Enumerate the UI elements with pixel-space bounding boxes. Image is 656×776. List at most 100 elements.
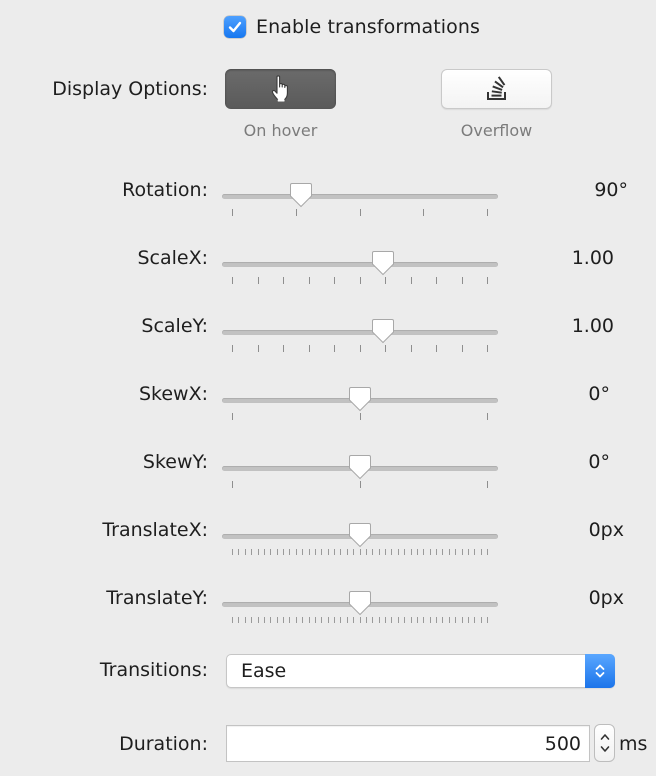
slider-tick [283, 549, 284, 555]
slider-tick [321, 549, 322, 555]
slider-tick [347, 549, 348, 555]
scaley-slider-track[interactable] [222, 330, 498, 335]
slider-tick [270, 617, 271, 623]
slider-tick [372, 617, 373, 623]
slider-tick [360, 549, 361, 555]
skewx-slider-thumb[interactable] [348, 386, 372, 412]
slider-tick [442, 549, 443, 555]
slider-tick [417, 617, 418, 623]
slider-tick [487, 617, 488, 623]
slider-tick [411, 277, 412, 284]
scaley-value: 1.00 [571, 315, 614, 337]
scalex-label: ScaleX: [137, 247, 208, 269]
slider-tick [391, 617, 392, 623]
slider-tick [449, 617, 450, 623]
slider-tick [449, 549, 450, 555]
rotation-slider-row: Rotation: 90° [0, 179, 656, 219]
duration-input[interactable]: 500 [226, 725, 590, 762]
transitions-select[interactable]: Ease [226, 654, 615, 688]
slider-tick [462, 345, 463, 352]
overflow-button[interactable] [441, 69, 552, 109]
skewy-slider-ticks [232, 481, 488, 489]
slider-tick [462, 549, 463, 555]
slider-tick [264, 617, 265, 623]
slider-tick [315, 549, 316, 555]
slider-tick [302, 617, 303, 623]
slider-tick [302, 549, 303, 555]
slider-tick [423, 209, 424, 216]
slider-tick [487, 277, 488, 284]
slider-tick [436, 345, 437, 352]
stack-overflow-icon [486, 76, 506, 100]
slider-tick [347, 617, 348, 623]
duration-stepper[interactable] [594, 724, 615, 762]
slider-tick [474, 617, 475, 623]
slider-tick [258, 277, 259, 284]
scaley-label: ScaleY: [141, 315, 208, 337]
slider-tick [251, 549, 252, 555]
slider-tick [481, 549, 482, 555]
slider-tick [430, 617, 431, 623]
slider-tick [487, 481, 488, 488]
slider-tick [289, 617, 290, 623]
slider-tick [462, 277, 463, 284]
skewx-slider-ticks [232, 413, 488, 421]
slider-tick [468, 617, 469, 623]
slider-tick [238, 617, 239, 623]
slider-tick [277, 617, 278, 623]
translatey-value: 0px [588, 587, 624, 609]
slider-tick [487, 549, 488, 555]
enable-transformations-row[interactable]: Enable transformations [224, 14, 480, 40]
scalex-slider-track[interactable] [222, 262, 498, 267]
skewy-slider-thumb[interactable] [348, 454, 372, 480]
rotation-slider-thumb[interactable] [289, 182, 313, 208]
skewx-label: SkewX: [138, 383, 208, 405]
skewx-value: 0° [588, 383, 610, 405]
slider-tick [277, 549, 278, 555]
scalex-slider-ticks [232, 277, 488, 285]
slider-tick [251, 617, 252, 623]
scaley-slider-thumb[interactable] [371, 318, 395, 344]
pointing-hand-icon [271, 75, 288, 103]
slider-tick [398, 549, 399, 555]
slider-tick [404, 549, 405, 555]
slider-tick [340, 617, 341, 623]
slider-tick [334, 277, 335, 284]
slider-tick [455, 617, 456, 623]
slider-tick [385, 549, 386, 555]
slider-tick [360, 209, 361, 216]
slider-tick [270, 549, 271, 555]
slider-tick [258, 617, 259, 623]
on-hover-button[interactable] [225, 69, 336, 109]
slider-tick [283, 277, 284, 284]
slider-tick [455, 549, 456, 555]
slider-tick [417, 549, 418, 555]
slider-tick [309, 549, 310, 555]
scalex-value: 1.00 [571, 247, 614, 269]
slider-tick [436, 549, 437, 555]
slider-tick [245, 549, 246, 555]
slider-tick [379, 617, 380, 623]
translatey-label: TranslateY: [106, 587, 208, 609]
slider-tick [296, 617, 297, 623]
slider-tick [232, 345, 233, 352]
scalex-slider-thumb[interactable] [371, 250, 395, 276]
slider-tick [353, 549, 354, 555]
slider-tick [360, 617, 361, 623]
slider-tick [360, 277, 361, 284]
slider-tick [245, 617, 246, 623]
slider-tick [442, 617, 443, 623]
transitions-label: Transitions: [99, 659, 208, 681]
slider-tick [296, 549, 297, 555]
rotation-slider-track[interactable] [222, 194, 498, 199]
slider-tick [474, 549, 475, 555]
slider-tick [238, 549, 239, 555]
translatex-slider-thumb[interactable] [348, 522, 372, 548]
skewx-slider-row: SkewX: 0° [0, 383, 656, 423]
slider-tick [353, 617, 354, 623]
slider-tick [334, 617, 335, 623]
skewy-label: SkewY: [142, 451, 208, 473]
slider-tick [283, 345, 284, 352]
enable-transformations-checkbox[interactable] [224, 16, 246, 38]
translatey-slider-thumb[interactable] [348, 590, 372, 616]
